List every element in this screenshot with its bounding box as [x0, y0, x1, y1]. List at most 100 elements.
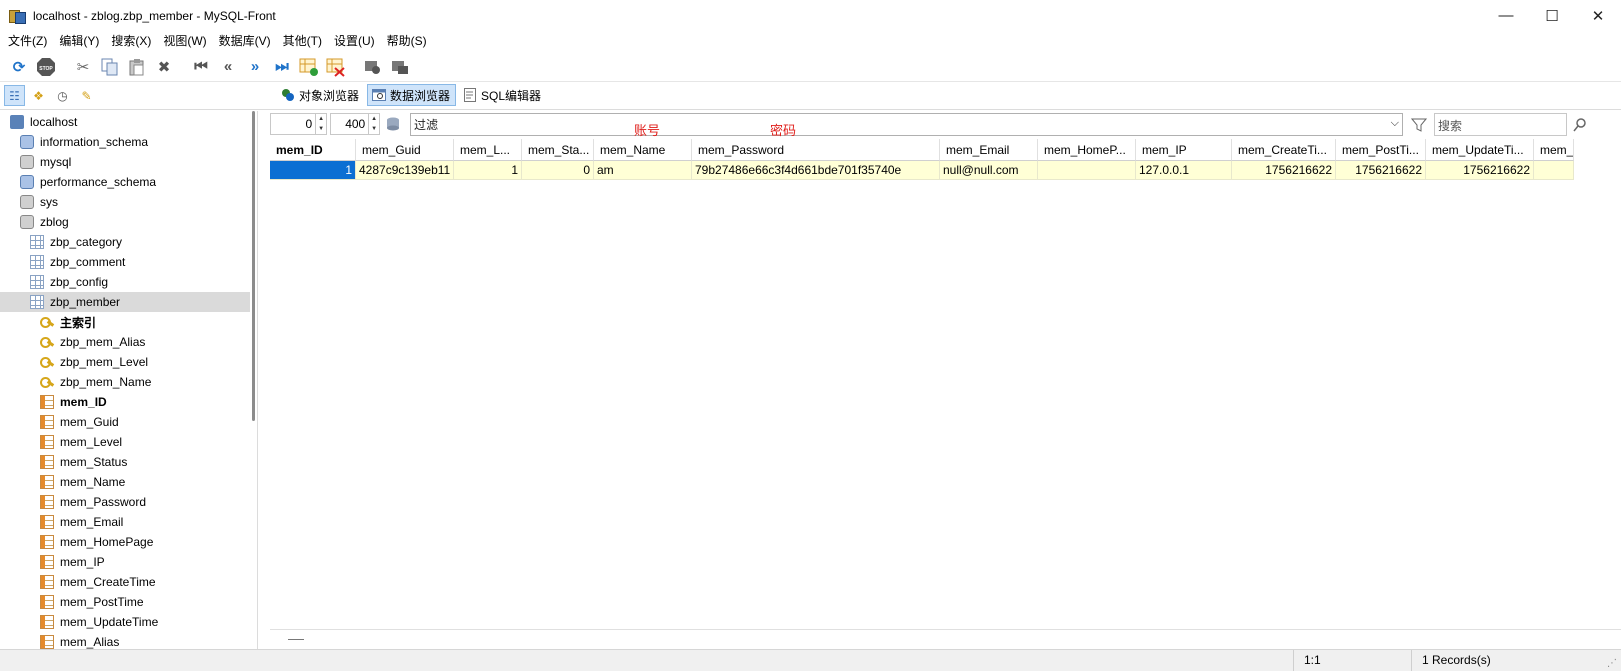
menu-help[interactable]: 帮助(S)	[381, 31, 433, 52]
spin-up-icon[interactable]: ▲	[369, 114, 379, 124]
tree-item[interactable]: zblog	[0, 212, 250, 232]
first-record-icon[interactable]: ⏮	[190, 56, 212, 78]
table-cell[interactable]: 127.0.0.1	[1136, 161, 1232, 180]
table-cell[interactable]: 1756216622	[1336, 161, 1426, 180]
column-header[interactable]: mem_Guid	[356, 139, 454, 161]
filter-input[interactable]: 过滤 ⌵	[410, 113, 1403, 136]
table-cell[interactable]: 79b27486e66c3f4d661bde701f35740e	[692, 161, 940, 180]
limit-toggle-icon[interactable]	[386, 117, 400, 131]
tree-item[interactable]: localhost	[0, 112, 250, 132]
offset-arrows[interactable]: ▲ ▼	[315, 114, 326, 134]
table-cell[interactable]	[1534, 161, 1574, 180]
table-cell[interactable]: 0	[522, 161, 594, 180]
column-header[interactable]: mem_UpdateTi...	[1426, 139, 1534, 161]
table-cell[interactable]: 1	[270, 161, 356, 180]
delete-icon[interactable]: ✖	[153, 56, 175, 78]
tree-item[interactable]: sys	[0, 192, 250, 212]
table-row[interactable]: 1 4287c9c139eb11 1 0 am 79b27486e66c3f4d661bd…	[270, 161, 1574, 180]
column-header[interactable]: mem_Sta...	[522, 139, 594, 161]
table-cell[interactable]	[1038, 161, 1136, 180]
column-header[interactable]: mem_Password	[692, 139, 940, 161]
tree-item[interactable]: mem_CreateTime	[0, 572, 250, 592]
menu-file[interactable]: 文件(Z)	[2, 31, 53, 52]
search-icon[interactable]	[1570, 115, 1590, 135]
tree-item[interactable]: zbp_comment	[0, 252, 250, 272]
tree-item[interactable]: mem_Alias	[0, 632, 250, 649]
column-header[interactable]: mem_CreateTi...	[1232, 139, 1336, 161]
tree-item[interactable]: mem_Email	[0, 512, 250, 532]
table-cell[interactable]: 4287c9c139eb11	[356, 161, 454, 180]
tree-item[interactable]: mem_PostTime	[0, 592, 250, 612]
previous-record-icon[interactable]: «	[217, 56, 239, 78]
tree-item[interactable]: mem_Guid	[0, 412, 250, 432]
limit-spinner[interactable]: 400 ▲ ▼	[330, 113, 380, 135]
tree-scrollbar-thumb[interactable]	[252, 111, 255, 421]
cut-icon[interactable]: ✂	[72, 56, 94, 78]
cancel-icon[interactable]	[389, 56, 411, 78]
funnel-icon[interactable]	[1410, 116, 1428, 134]
menu-edit[interactable]: 编辑(Y)	[53, 31, 105, 52]
resize-grip-icon[interactable]: ⋰	[1607, 658, 1617, 669]
tree-item[interactable]: zbp_mem_Name	[0, 372, 250, 392]
copy-icon[interactable]	[99, 56, 121, 78]
column-header[interactable]: mem_L...	[454, 139, 522, 161]
menu-database[interactable]: 数据库(V)	[213, 31, 277, 52]
history-icon[interactable]: ◷	[52, 85, 73, 106]
tab-data-browser[interactable]: 数据浏览器	[367, 84, 457, 106]
spin-down-icon[interactable]: ▼	[369, 124, 379, 134]
tree-item[interactable]: information_schema	[0, 132, 250, 152]
post-icon[interactable]	[362, 56, 384, 78]
stop-icon[interactable]: STOP	[35, 56, 57, 78]
tree-item[interactable]: performance_schema	[0, 172, 250, 192]
tree-item[interactable]: mem_Level	[0, 432, 250, 452]
tree-item[interactable]: mem_ID	[0, 392, 250, 412]
tree-item[interactable]: mysql	[0, 152, 250, 172]
offset-spinner[interactable]: 0 ▲ ▼	[270, 113, 327, 135]
spin-down-icon[interactable]: ▼	[316, 124, 326, 134]
next-record-icon[interactable]: »	[244, 56, 266, 78]
table-cell[interactable]: am	[594, 161, 692, 180]
column-header[interactable]: mem_Email	[940, 139, 1038, 161]
menu-settings[interactable]: 设置(U)	[328, 31, 381, 52]
limit-arrows[interactable]: ▲ ▼	[368, 114, 379, 134]
search-input[interactable]: 搜索	[1434, 113, 1567, 136]
tree-item[interactable]: zbp_member	[0, 292, 250, 312]
menu-search[interactable]: 搜索(X)	[105, 31, 157, 52]
menu-view[interactable]: 视图(W)	[157, 31, 212, 52]
column-header[interactable]: mem_Name	[594, 139, 692, 161]
minimize-button[interactable]: —	[1483, 0, 1529, 31]
delete-record-icon[interactable]	[325, 56, 347, 78]
tree-item[interactable]: zbp_config	[0, 272, 250, 292]
tree-item[interactable]: zbp_category	[0, 232, 250, 252]
tree-item[interactable]: mem_HomePage	[0, 532, 250, 552]
column-header[interactable]: mem_PostTi...	[1336, 139, 1426, 161]
column-header[interactable]: mem_HomeP...	[1038, 139, 1136, 161]
column-header[interactable]: mem_IP	[1136, 139, 1232, 161]
tree-scrollbar[interactable]	[252, 111, 257, 649]
tree-item[interactable]: mem_IP	[0, 552, 250, 572]
table-cell[interactable]: 1756216622	[1232, 161, 1336, 180]
tree-item[interactable]: mem_Name	[0, 472, 250, 492]
tab-object-browser[interactable]: 对象浏览器	[276, 84, 365, 106]
paste-icon[interactable]	[126, 56, 148, 78]
menu-other[interactable]: 其他(T)	[277, 31, 328, 52]
refresh-icon[interactable]: ⟳	[8, 56, 30, 78]
table-cell[interactable]: 1756216622	[1426, 161, 1534, 180]
tree-item[interactable]: zbp_mem_Alias	[0, 332, 250, 352]
tab-sql-editor[interactable]: SQL编辑器	[458, 84, 547, 106]
table-cell[interactable]: 1	[454, 161, 522, 180]
close-button[interactable]: ✕	[1575, 0, 1621, 31]
splitter-handle-icon[interactable]	[288, 639, 304, 640]
spin-up-icon[interactable]: ▲	[316, 114, 326, 124]
tree-item[interactable]: mem_Password	[0, 492, 250, 512]
tree-item[interactable]: 主索引	[0, 312, 250, 332]
tree-view-icon[interactable]: ☷	[4, 85, 25, 106]
insert-record-icon[interactable]	[298, 56, 320, 78]
table-cell[interactable]: null@null.com	[940, 161, 1038, 180]
bookmarks-icon[interactable]: ❖	[28, 85, 49, 106]
grid-splitter[interactable]	[270, 629, 1621, 649]
chevron-down-icon[interactable]: ⌵	[1391, 117, 1399, 130]
last-record-icon[interactable]: ⏭	[271, 56, 293, 78]
tree-item[interactable]: zbp_mem_Level	[0, 352, 250, 372]
tree-item[interactable]: mem_Status	[0, 452, 250, 472]
